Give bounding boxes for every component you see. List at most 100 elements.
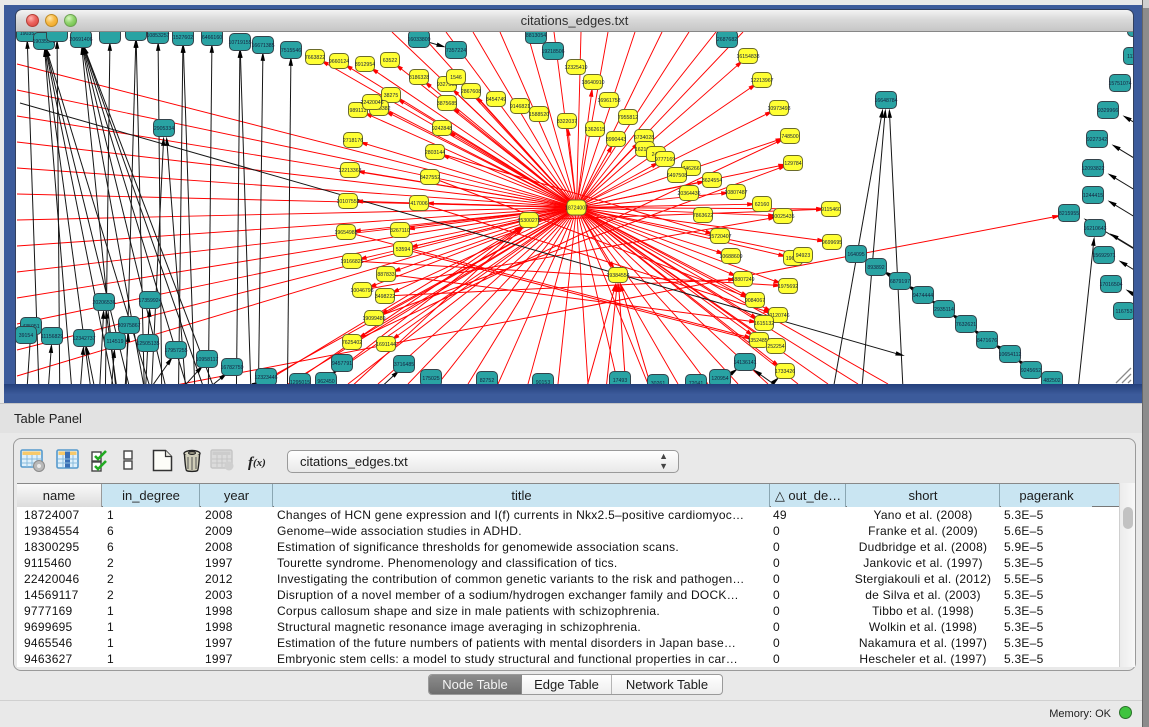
svg-text:7632621: 7632621	[956, 322, 976, 328]
svg-text:17957255: 17957255	[164, 348, 187, 354]
svg-text:16033809: 16033809	[407, 37, 430, 43]
svg-text:129784: 129784	[784, 161, 801, 167]
svg-text:9457791: 9457791	[332, 361, 352, 367]
svg-text:1588520: 1588520	[529, 112, 549, 118]
svg-text:10107553: 10107553	[336, 199, 359, 205]
svg-text:16154838: 16154838	[736, 54, 759, 60]
svg-text:2867608: 2867608	[461, 89, 481, 95]
svg-text:114519: 114519	[107, 339, 124, 345]
svg-text:120954: 120954	[711, 376, 728, 382]
svg-text:9777169: 9777169	[655, 157, 675, 163]
svg-text:39154: 39154	[19, 333, 34, 339]
svg-text:22420046: 22420046	[360, 100, 383, 106]
svg-text:3267110: 3267110	[390, 228, 410, 234]
svg-text:10853257: 10853257	[146, 33, 169, 39]
svg-text:9660124: 9660124	[329, 59, 349, 65]
svg-text:53594: 53594	[396, 247, 411, 253]
svg-text:30975867: 30975867	[117, 323, 140, 329]
svg-text:12323446: 12323446	[254, 375, 277, 381]
svg-text:6497508: 6497508	[667, 173, 687, 179]
svg-text:9245652: 9245652	[1021, 368, 1041, 374]
svg-text:12342737: 12342737	[72, 336, 95, 342]
svg-text:19654985: 19654985	[334, 230, 357, 236]
svg-text:38275: 38275	[384, 93, 399, 99]
svg-text:9146821: 9146821	[510, 104, 530, 110]
svg-text:417006: 417006	[410, 201, 427, 207]
svg-text:16671385: 16671385	[251, 43, 274, 49]
svg-text:8471676: 8471676	[977, 338, 997, 344]
svg-text:10807487: 10807487	[724, 190, 747, 196]
svg-text:19099489: 19099489	[362, 316, 385, 322]
svg-text:9329966: 9329966	[1098, 108, 1118, 114]
svg-text:3624554: 3624554	[702, 178, 722, 184]
svg-text:8215955: 8215955	[1059, 211, 1079, 217]
svg-text:164095: 164095	[847, 252, 864, 258]
svg-text:6879197: 6879197	[890, 279, 910, 285]
svg-text:25300275: 25300275	[517, 218, 540, 224]
svg-text:63522: 63522	[383, 58, 398, 64]
svg-text:1527602: 1527602	[173, 35, 193, 41]
svg-text:11172: 11172	[1127, 54, 1133, 60]
svg-text:82752: 82752	[480, 378, 495, 384]
svg-text:6734028: 6734028	[634, 135, 654, 141]
svg-text:19218506: 19218506	[541, 49, 564, 55]
svg-text:7515546: 7515546	[281, 48, 301, 54]
svg-text:10025435: 10025435	[771, 214, 794, 220]
svg-text:19166825: 19166825	[340, 259, 363, 265]
svg-text:10654112: 10654112	[999, 352, 1022, 358]
svg-text:8427552: 8427552	[420, 175, 440, 181]
svg-text:2935114: 2935114	[934, 307, 954, 313]
svg-text:116753: 116753	[1116, 309, 1133, 315]
svg-text:1615132: 1615132	[754, 321, 774, 327]
svg-text:18807249: 18807249	[731, 277, 754, 283]
svg-text:7955812: 7955812	[618, 115, 638, 121]
svg-text:10719155: 10719155	[228, 40, 251, 46]
svg-text:16648784: 16648784	[874, 98, 897, 104]
svg-text:9699695: 9699695	[822, 240, 842, 246]
svg-text:9084067: 9084067	[745, 298, 765, 304]
svg-text:748500: 748500	[781, 134, 798, 140]
svg-text:1244415: 1244415	[1083, 193, 1103, 199]
svg-text:2803144: 2803144	[425, 150, 445, 156]
svg-text:3716485: 3716485	[394, 362, 414, 368]
svg-text:10688609: 10688609	[719, 254, 742, 260]
svg-text:18640910: 18640910	[581, 80, 604, 86]
svg-text:2687682: 2687682	[717, 37, 737, 43]
svg-text:887833: 887833	[377, 272, 394, 278]
svg-text:20364436: 20364436	[677, 191, 700, 197]
svg-text:15692971: 15692971	[1092, 253, 1115, 259]
svg-text:19384554: 19384554	[606, 273, 629, 279]
svg-text:16210643: 16210643	[1083, 226, 1106, 232]
svg-text:9115460: 9115460	[821, 207, 841, 213]
svg-text:20206536: 20206536	[92, 300, 115, 306]
svg-text:9242848: 9242848	[432, 126, 452, 132]
svg-text:1362615: 1362615	[585, 127, 605, 133]
svg-text:10958117: 10958117	[196, 357, 219, 363]
svg-text:482502: 482502	[1043, 378, 1060, 384]
svg-text:8813054: 8813054	[526, 33, 546, 39]
svg-text:7357224: 7357224	[446, 48, 466, 54]
svg-text:9227342: 9227342	[1087, 137, 1107, 143]
svg-text:17493: 17493	[613, 378, 628, 384]
svg-text:(x): (x)	[253, 457, 266, 469]
svg-text:8990443: 8990443	[606, 137, 626, 143]
svg-text:12325419: 12325419	[564, 65, 587, 71]
svg-text:8454749: 8454749	[486, 97, 506, 103]
svg-text:2905334: 2905334	[154, 126, 174, 132]
svg-text:9474444: 9474444	[913, 293, 933, 299]
svg-text:16961758: 16961758	[597, 98, 620, 104]
svg-text:7625402: 7625402	[342, 340, 362, 346]
svg-text:10973493: 10973493	[767, 106, 790, 112]
svg-text:8912954: 8912954	[355, 62, 375, 68]
svg-text:1975692: 1975692	[778, 284, 798, 290]
svg-text:252254: 252254	[767, 344, 784, 350]
svg-text:1546: 1546	[450, 75, 462, 81]
svg-text:14136141: 14136141	[733, 360, 756, 366]
svg-text:19035: 19035	[20, 32, 35, 37]
svg-text:3875685: 3875685	[437, 101, 457, 107]
svg-text:18724007: 18724007	[565, 205, 588, 211]
svg-text:1691144: 1691144	[376, 342, 396, 348]
svg-text:12093822: 12093822	[1081, 166, 1104, 172]
svg-text:8186328: 8186328	[409, 75, 429, 81]
svg-text:175025: 175025	[422, 376, 439, 382]
